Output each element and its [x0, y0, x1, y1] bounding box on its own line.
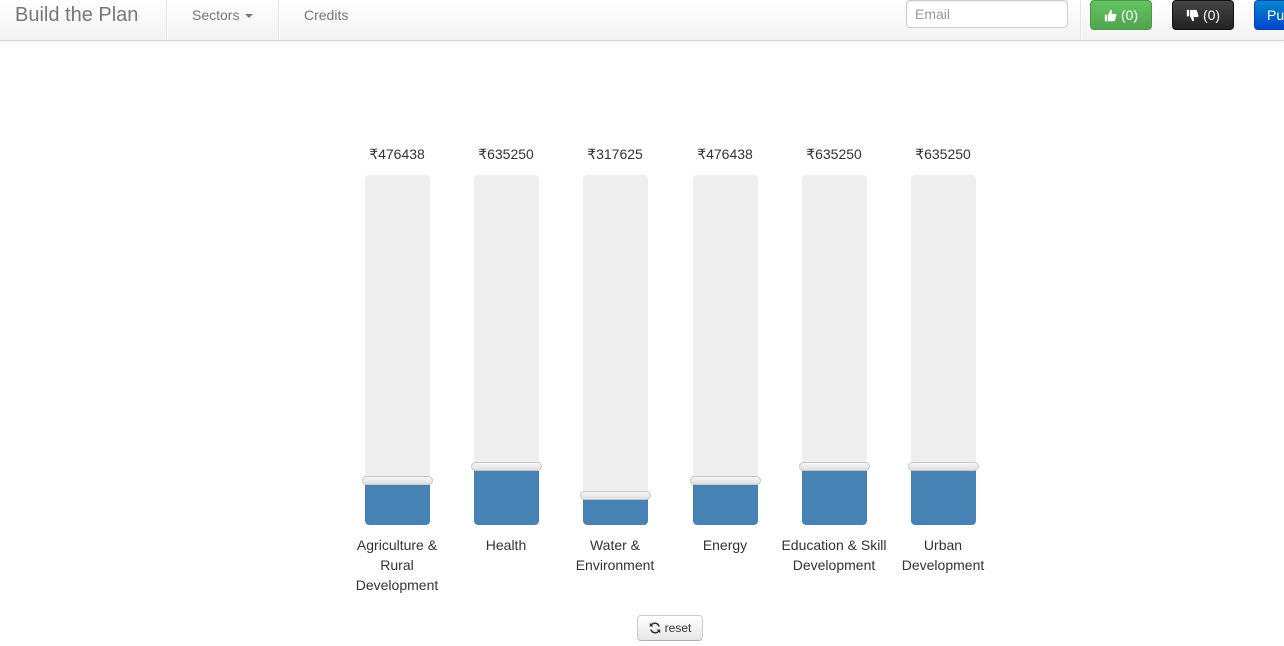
sector-slider-handle[interactable] [908, 462, 979, 471]
sector-slider-fill [802, 467, 867, 525]
thumbs-down-icon [1186, 9, 1199, 21]
sector-slider-handle[interactable] [471, 462, 542, 471]
sector-amount: ₹635250 [806, 146, 862, 162]
sector-slider-handle[interactable] [690, 476, 761, 485]
dislike-button[interactable]: (0) [1172, 0, 1234, 30]
dislike-count: (0) [1202, 7, 1221, 23]
sector-label: Water & Environment [575, 537, 655, 573]
sector-label: Agriculture & Rural Development [355, 537, 439, 593]
sectors-dropdown[interactable]: Sectors [192, 7, 254, 23]
nav-divider [1080, 0, 1082, 40]
sector-slider-fill [583, 496, 648, 525]
reset-button[interactable]: reset [637, 615, 703, 641]
sector-label: Energy [702, 537, 748, 553]
navbar: Build the Plan Sectors Credits (0) (0) P… [0, 0, 1284, 41]
sector-amount: ₹476438 [697, 146, 753, 162]
sector-label: Education & Skill Development [781, 537, 887, 573]
sector-slider-fill [693, 481, 758, 525]
thumbs-up-icon [1104, 9, 1117, 21]
sector-amount: ₹476438 [369, 146, 425, 162]
credits-link[interactable]: Credits [304, 7, 348, 23]
like-count: (0) [1120, 7, 1139, 23]
publish-button[interactable]: Pu [1254, 0, 1284, 30]
sector-amount: ₹317625 [587, 146, 643, 162]
refresh-icon [649, 622, 660, 634]
sector-amount: ₹635250 [915, 146, 971, 162]
email-input[interactable] [906, 0, 1068, 28]
like-button[interactable]: (0) [1090, 0, 1152, 30]
sector-slider-track[interactable] [583, 175, 648, 525]
sector-slider-track[interactable] [474, 175, 539, 525]
sectors-label: Sectors [192, 7, 240, 23]
sector-slider-fill [911, 467, 976, 525]
sector-slider-handle[interactable] [799, 462, 870, 471]
sector-slider-handle[interactable] [580, 491, 651, 500]
sector-slider-fill [474, 467, 539, 525]
nav-divider [278, 0, 280, 40]
caret-down-icon [245, 14, 254, 19]
sector-slider-track[interactable] [365, 175, 430, 525]
sector-slider-fill [365, 481, 430, 525]
brand-title[interactable]: Build the Plan [15, 4, 138, 27]
sector-slider-track[interactable] [802, 175, 867, 525]
sector-slider-track[interactable] [911, 175, 976, 525]
reset-label: reset [664, 621, 692, 635]
sector-label: Urban Development [901, 537, 985, 573]
sector-slider-track[interactable] [693, 175, 758, 525]
sector-label: Health [485, 537, 527, 553]
sector-slider-handle[interactable] [362, 476, 433, 485]
nav-divider [166, 0, 168, 40]
sector-amount: ₹635250 [478, 146, 534, 162]
